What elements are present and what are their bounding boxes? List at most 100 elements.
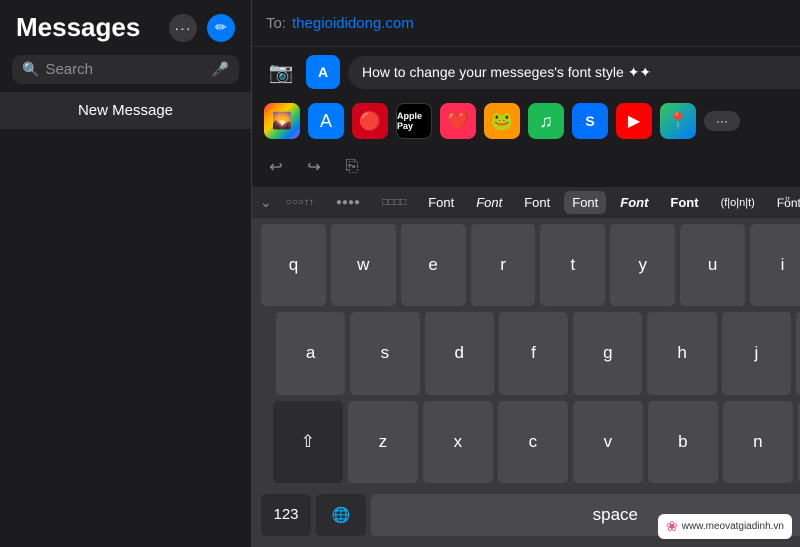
key-a[interactable]: a [276, 312, 345, 394]
apple-pay-icon[interactable]: Apple Pay [396, 103, 432, 139]
red-icon: 🔴 [359, 111, 381, 132]
font-dots2[interactable]: ●●●● [328, 193, 368, 212]
search-bar[interactable]: 🔍 Search 🎤 [12, 55, 239, 84]
font-option-5[interactable]: Font [612, 191, 656, 214]
key-i[interactable]: i [750, 224, 800, 306]
numbers-key[interactable]: 123 [261, 494, 311, 536]
appstore-icon: A [320, 111, 332, 132]
key-row-3: ⇧ z x c v b n m ⌫ [256, 401, 800, 483]
youtube-app-icon[interactable]: ▶ [616, 103, 652, 139]
keyboard: ↩ ↪ ⎘ ⌄ ○○○↑↑ ●●●● □□□□ Font Font Font F… [252, 147, 800, 547]
sidebar-header: Messages ··· ✏ [0, 0, 251, 49]
spotify-app-icon[interactable]: ♫ [528, 103, 564, 139]
app-icons-row: 🌄 A 🔴 Apple Pay ❤️ 🐸 ♫ S [252, 97, 800, 147]
more-apps-button[interactable]: ··· [704, 111, 740, 131]
font-option-6[interactable]: Font [662, 191, 706, 214]
key-n[interactable]: n [723, 401, 793, 483]
font-option-3[interactable]: Font [516, 191, 558, 214]
youtube-icon: ▶ [628, 111, 640, 131]
keyboard-toolbar: ↩ ↪ ⎘ [252, 147, 800, 187]
red-app-icon[interactable]: 🔴 [352, 103, 388, 139]
maps-app-icon[interactable]: 📍 [660, 103, 696, 139]
to-label: To: [266, 15, 286, 32]
key-d[interactable]: d [425, 312, 494, 394]
to-recipient[interactable]: thegioididong.com [292, 15, 414, 32]
globe-key[interactable]: 🌐 [316, 494, 366, 536]
key-h[interactable]: h [647, 312, 716, 394]
redo-button[interactable]: ↪ [300, 153, 328, 181]
photos-icon: 🌄 [272, 111, 292, 131]
camera-icon: 📷 [269, 60, 294, 85]
avatar-app-icon[interactable]: 🐸 [484, 103, 520, 139]
font-option-1[interactable]: Font [420, 191, 462, 214]
key-b[interactable]: b [648, 401, 718, 483]
compose-icon: ✏ [215, 19, 227, 36]
message-field[interactable]: How to change your messeges's font style… [348, 56, 800, 89]
font-picker-row: ⌄ ○○○↑↑ ●●●● □□□□ Font Font Font Font Fo… [252, 187, 800, 218]
pink-app-icon[interactable]: ❤️ [440, 103, 476, 139]
spotify-icon: ♫ [539, 111, 553, 132]
key-rows: q w e r t y u i o p a s d f g [252, 218, 800, 547]
key-row-1: q w e r t y u i o p [256, 224, 800, 306]
avatar-icon: 🐸 [491, 111, 513, 132]
to-bar: To: thegioididong.com + [252, 0, 800, 47]
key-z[interactable]: z [348, 401, 418, 483]
heart-icon: ❤️ [447, 111, 469, 132]
key-u[interactable]: u [680, 224, 745, 306]
message-text: How to change your messeges's font style… [362, 64, 651, 81]
shazam-icon: S [585, 113, 594, 129]
font-dots3[interactable]: □□□□ [374, 193, 414, 212]
undo-button[interactable]: ↩ [262, 153, 290, 181]
font-option-2[interactable]: Font [468, 191, 510, 214]
redo-icon: ↪ [307, 157, 320, 177]
shift-key[interactable]: ⇧ [273, 401, 343, 483]
maps-icon: 📍 [668, 111, 688, 131]
app-drawer-button[interactable]: A [306, 55, 340, 89]
search-icon: 🔍 [22, 61, 39, 78]
key-t[interactable]: t [540, 224, 605, 306]
search-text: Search [45, 61, 205, 78]
more-button[interactable]: ··· [169, 14, 197, 42]
key-q[interactable]: q [261, 224, 326, 306]
font-option-4[interactable]: Font [564, 191, 606, 214]
key-k[interactable]: k [796, 312, 800, 394]
font-option-8[interactable]: Fö̈nt [769, 192, 800, 214]
key-f[interactable]: f [499, 312, 568, 394]
watermark-url: www.meovatgiadinh.vn [682, 521, 784, 532]
key-s[interactable]: s [350, 312, 419, 394]
globe-icon: 🌐 [332, 506, 351, 524]
sidebar: Messages ··· ✏ 🔍 Search 🎤 New Message [0, 0, 252, 547]
sidebar-icon-group: ··· ✏ [169, 14, 235, 42]
key-row-2: a s d f g h j k l [256, 312, 800, 394]
photos-app-icon[interactable]: 🌄 [264, 103, 300, 139]
message-input-area: 📷 A How to change your messeges's font s… [252, 47, 800, 97]
font-chevron-icon[interactable]: ⌄ [260, 194, 272, 211]
key-c[interactable]: c [498, 401, 568, 483]
appstore-app-icon[interactable]: A [308, 103, 344, 139]
mic-icon: 🎤 [212, 61, 229, 78]
sidebar-title: Messages [16, 12, 140, 43]
key-e[interactable]: e [401, 224, 466, 306]
font-option-7[interactable]: (f|o|n|t) [713, 193, 763, 213]
key-y[interactable]: y [610, 224, 675, 306]
camera-button[interactable]: 📷 [264, 55, 298, 89]
shift-icon: ⇧ [301, 432, 315, 452]
app-container: Messages ··· ✏ 🔍 Search 🎤 New Message To… [0, 0, 800, 547]
main-content: To: thegioididong.com + 📷 A How to chang… [252, 0, 800, 547]
compose-button[interactable]: ✏ [207, 14, 235, 42]
app-icon: A [318, 64, 328, 80]
more-icon: ··· [175, 20, 192, 36]
key-x[interactable]: x [423, 401, 493, 483]
font-dots1[interactable]: ○○○↑↑ [278, 193, 322, 212]
key-g[interactable]: g [573, 312, 642, 394]
key-r[interactable]: r [471, 224, 536, 306]
watermark: ❀ www.meovatgiadinh.vn [658, 514, 792, 539]
watermark-logo: ❀ [666, 518, 678, 535]
key-w[interactable]: w [331, 224, 396, 306]
copy-button[interactable]: ⎘ [338, 153, 366, 181]
shazam-app-icon[interactable]: S [572, 103, 608, 139]
key-v[interactable]: v [573, 401, 643, 483]
key-j[interactable]: j [722, 312, 791, 394]
new-message-button[interactable]: New Message [0, 92, 251, 129]
applepay-icon: Apple Pay [397, 111, 431, 131]
